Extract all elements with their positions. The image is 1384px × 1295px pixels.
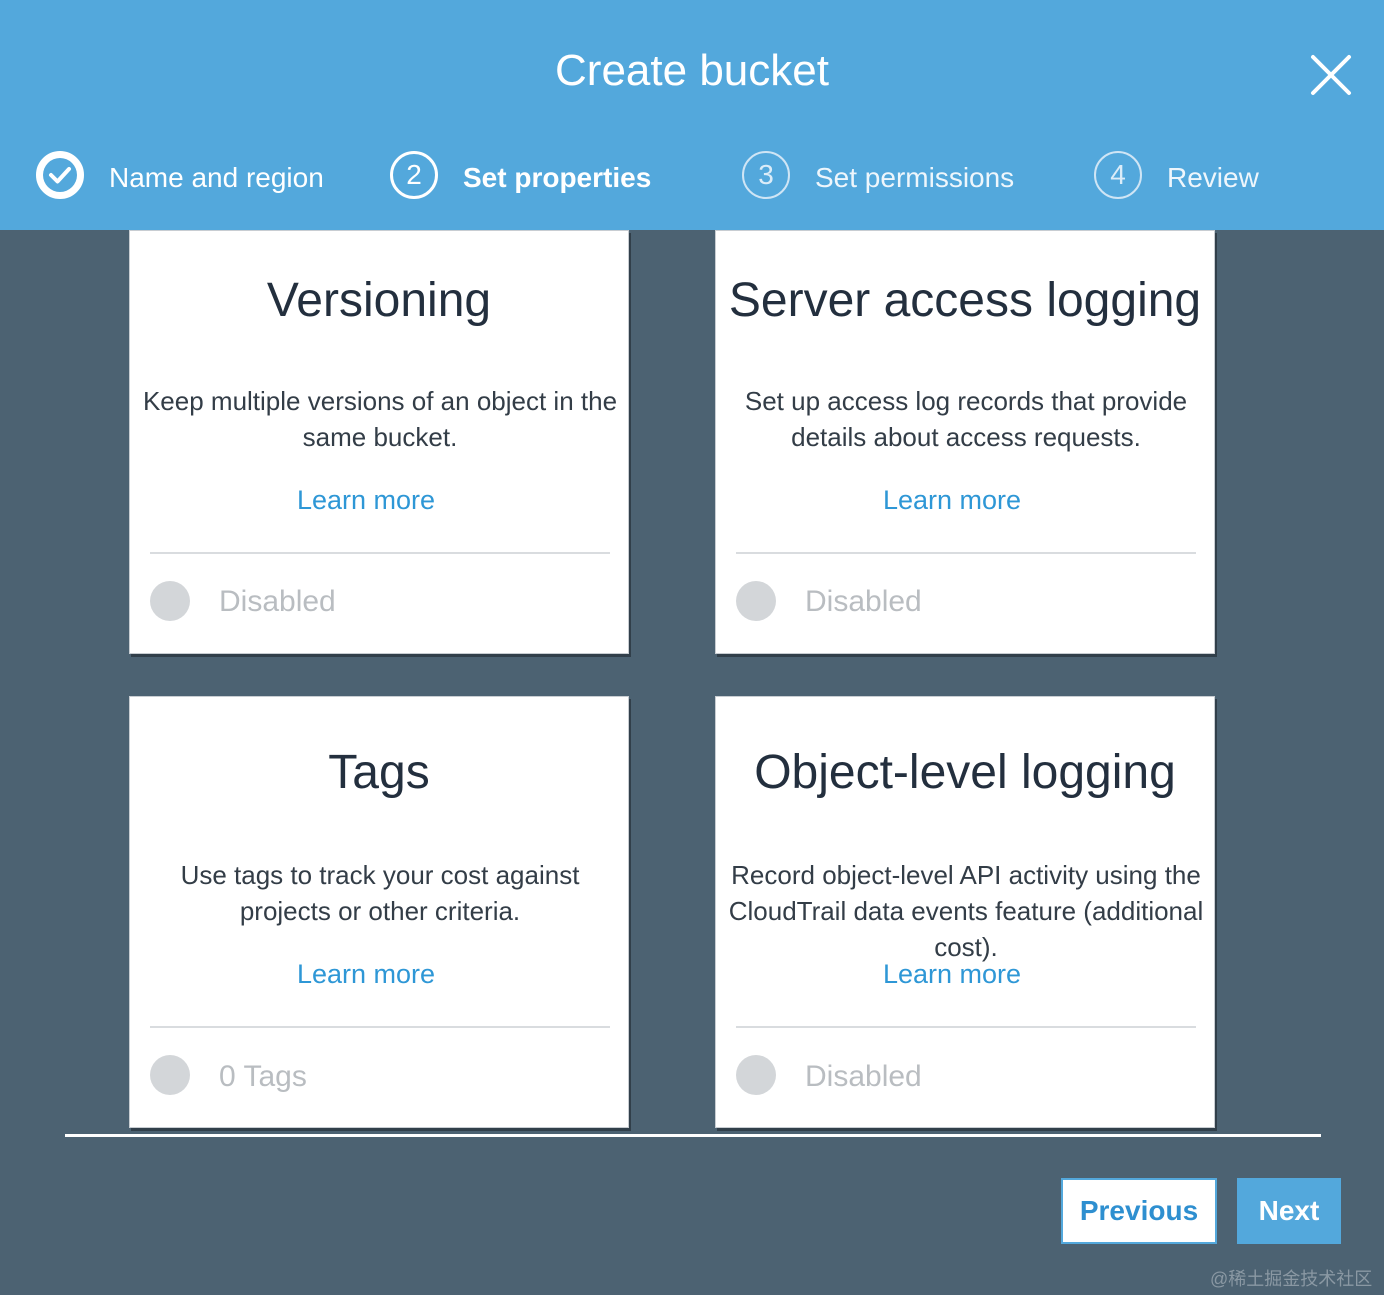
- step-number: 3: [742, 151, 790, 199]
- status-text: Disabled: [805, 1060, 922, 1093]
- toggle-icon[interactable]: [736, 1055, 776, 1095]
- next-button[interactable]: Next: [1237, 1178, 1341, 1244]
- status-text: Disabled: [805, 585, 922, 618]
- card-server-access-logging: Server access logging Set up access log …: [715, 230, 1215, 654]
- step-label: Set properties: [463, 162, 652, 193]
- card-title: Server access logging: [728, 274, 1202, 327]
- dialog-header: Create bucket Name and region 2 Set prop…: [0, 0, 1384, 230]
- card-tags: Tags Use tags to track your cost against…: [129, 696, 629, 1128]
- dialog-title: Create bucket: [555, 46, 829, 95]
- watermark: @稀土掘金技术社区: [1210, 1269, 1373, 1289]
- card-divider: [736, 552, 1196, 554]
- toggle-icon[interactable]: [150, 1055, 190, 1095]
- card-title: Versioning: [266, 274, 492, 327]
- card-title: Tags: [328, 746, 430, 799]
- step-label: Set permissions: [815, 162, 1015, 193]
- card-divider: [150, 1026, 610, 1028]
- step-number: 2: [390, 151, 438, 199]
- step-number: 4: [1094, 151, 1142, 199]
- close-icon: [1311, 55, 1351, 95]
- learn-more-link[interactable]: Learn more: [716, 485, 1188, 516]
- status-text: 0 Tags: [219, 1060, 307, 1093]
- close-button[interactable]: [1304, 48, 1358, 102]
- card-divider: [150, 552, 610, 554]
- step-label: Review: [1167, 162, 1259, 193]
- card-description: Use tags to track your cost against proj…: [180, 860, 580, 926]
- footer-divider: [65, 1134, 1321, 1137]
- wizard-steps: Name and region 2 Set properties 3 Set p…: [0, 148, 1384, 208]
- step-label: Name and region: [109, 162, 324, 193]
- status-text: Disabled: [219, 585, 336, 618]
- card-description: Record object-level API activity using t…: [728, 860, 1204, 962]
- card-description: Set up access log records that provide d…: [744, 386, 1188, 452]
- learn-more-link[interactable]: Learn more: [130, 959, 602, 990]
- previous-button[interactable]: Previous: [1061, 1178, 1217, 1244]
- card-object-level-logging: Object-level logging Record object-level…: [715, 696, 1215, 1128]
- card-versioning: Versioning Keep multiple versions of an …: [129, 230, 629, 654]
- toggle-icon[interactable]: [736, 581, 776, 621]
- learn-more-link[interactable]: Learn more: [716, 959, 1188, 990]
- learn-more-link[interactable]: Learn more: [130, 485, 602, 516]
- card-title: Object-level logging: [754, 746, 1176, 799]
- card-description: Keep multiple versions of an object in t…: [142, 386, 618, 452]
- toggle-icon[interactable]: [150, 581, 190, 621]
- check-circle-icon: [36, 151, 84, 199]
- card-divider: [736, 1026, 1196, 1028]
